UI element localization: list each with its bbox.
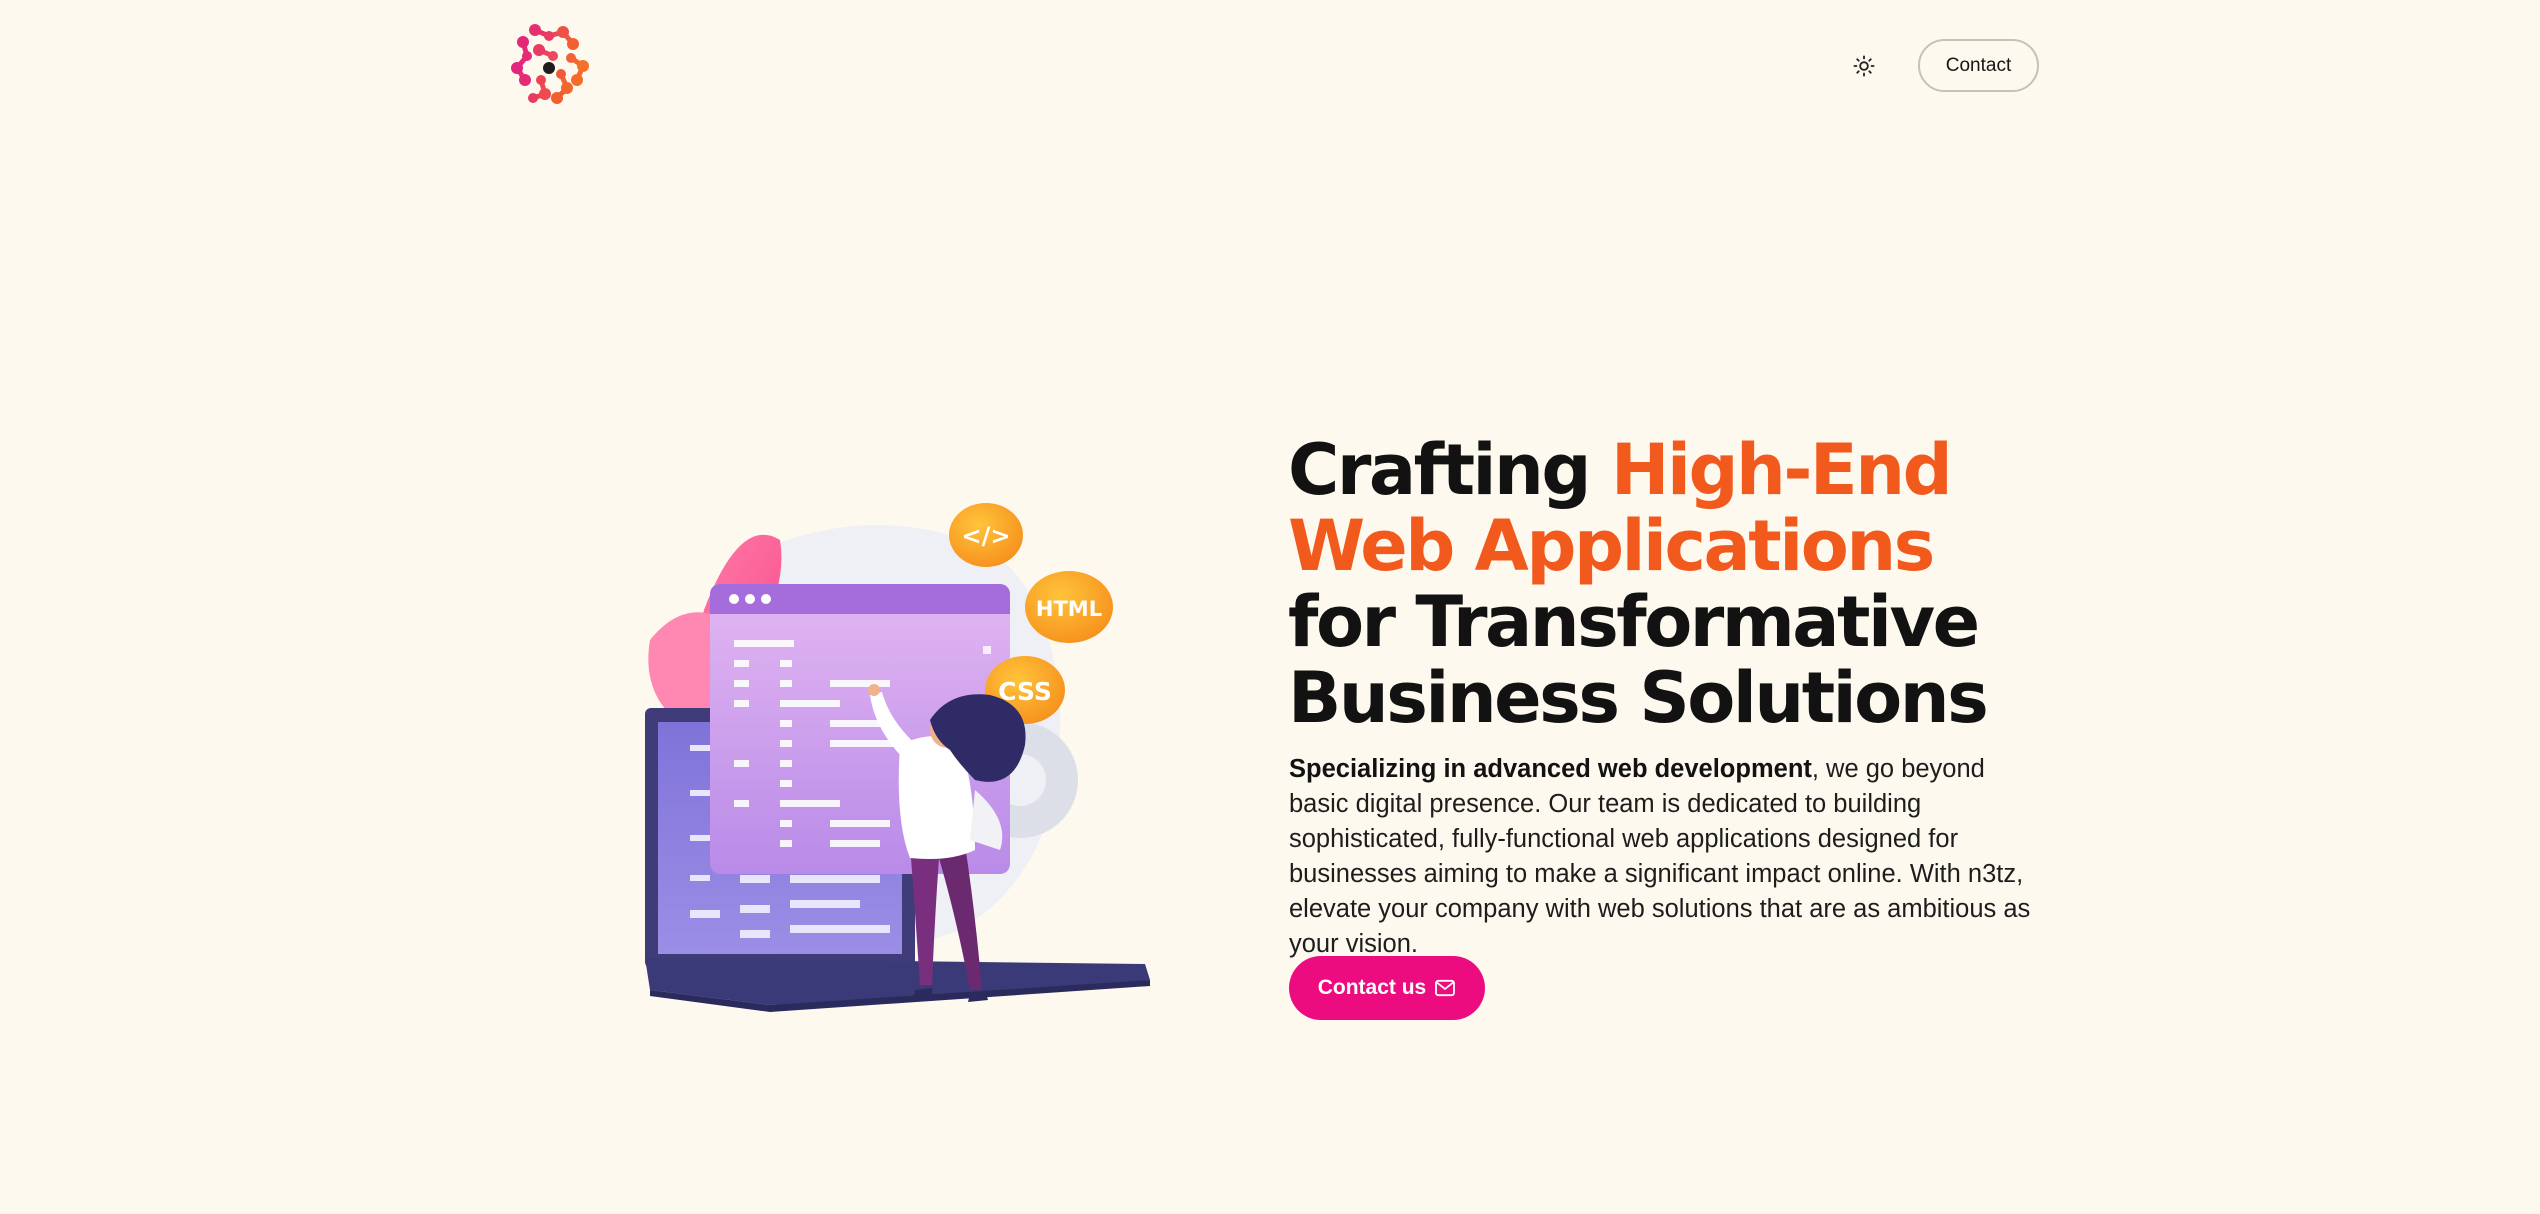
n3tz-logo[interactable] <box>505 22 593 108</box>
landing-page: Contact </> HTML CSS Crafting High-End W… <box>0 0 2540 1214</box>
headline-part-2: for Transformative Business Solutions <box>1288 581 1989 739</box>
hero-description: Specializing in advanced web development… <box>1289 752 2049 962</box>
code-badge-icon: </> <box>949 503 1023 567</box>
headline-part-1: Crafting <box>1288 429 1611 511</box>
contact-us-label: Contact us <box>1317 976 1427 999</box>
svg-text:</>: </> <box>962 522 1011 550</box>
theme-toggle-button[interactable] <box>1848 50 1880 82</box>
contact-us-button[interactable]: Contact us <box>1289 956 1485 1020</box>
hero-headline: Crafting High-End Web Applications for T… <box>1288 432 2048 736</box>
contact-button[interactable]: Contact <box>1918 39 2039 92</box>
hero-description-bold: Specializing in advanced web development <box>1289 755 1812 783</box>
hero-description-rest: , we go beyond basic digital presence. O… <box>1289 755 2031 958</box>
logo-icon <box>511 24 589 104</box>
hero-illustration: </> HTML CSS <box>630 490 1170 1030</box>
svg-text:HTML: HTML <box>1036 597 1102 621</box>
mail-icon <box>1435 979 1456 997</box>
html-badge-icon: HTML <box>1025 571 1113 643</box>
sun-icon <box>1853 55 1875 77</box>
